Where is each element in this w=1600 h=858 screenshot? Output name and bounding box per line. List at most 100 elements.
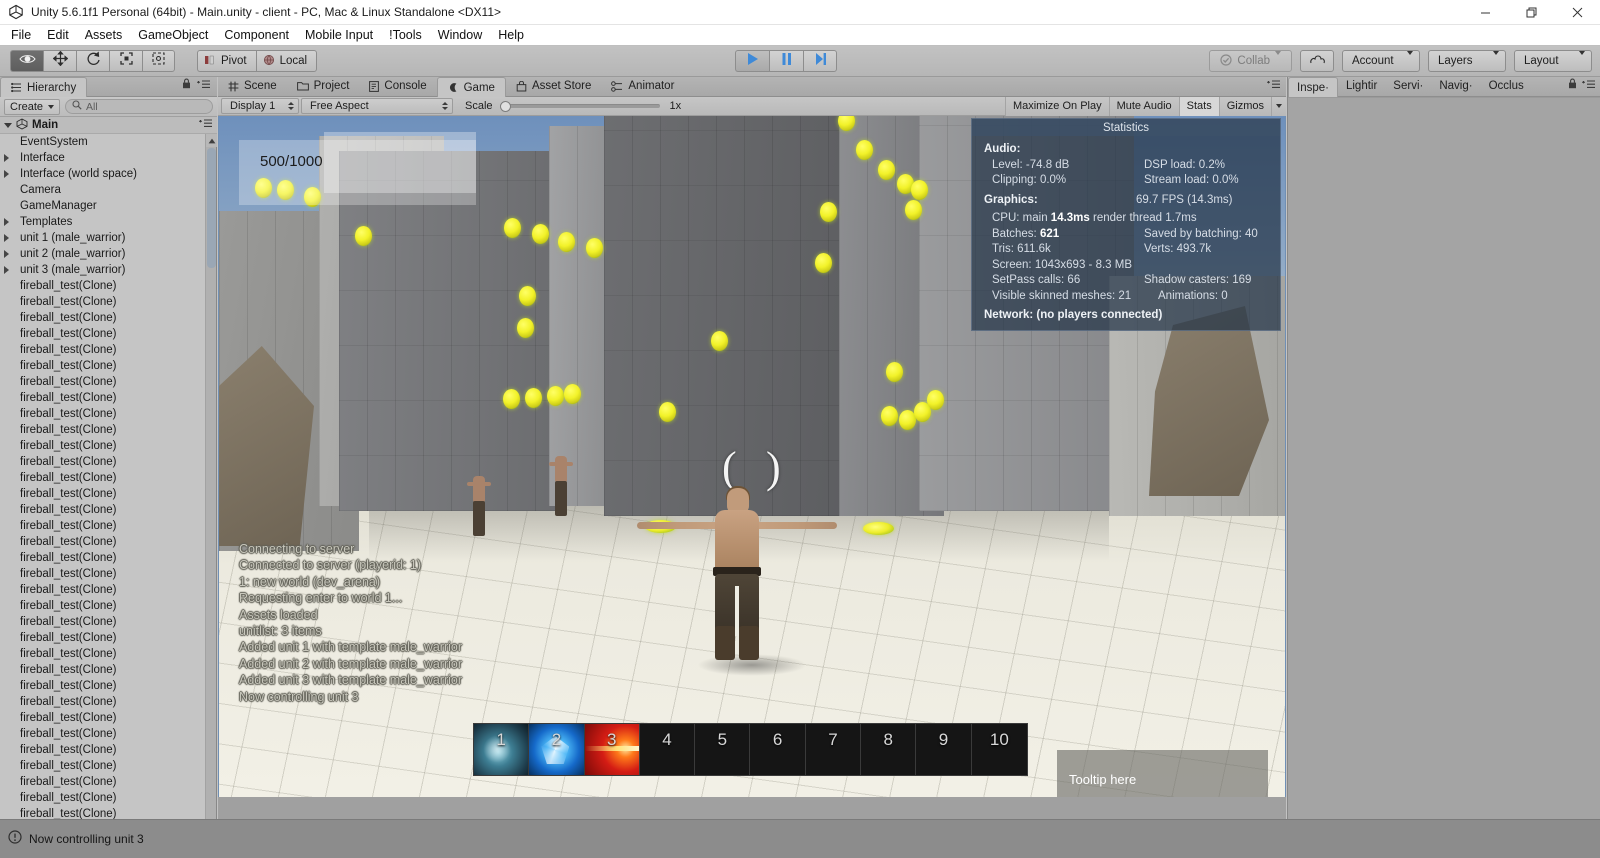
hierarchy-item[interactable]: fireball_test(Clone)	[0, 358, 206, 374]
hierarchy-item[interactable]: fireball_test(Clone)	[0, 790, 206, 806]
hierarchy-item[interactable]: fireball_test(Clone)	[0, 406, 206, 422]
hierarchy-item[interactable]: fireball_test(Clone)	[0, 774, 206, 790]
expand-arrow-icon[interactable]	[0, 154, 12, 162]
panel-menu-icon[interactable]	[1267, 76, 1281, 94]
hierarchy-item[interactable]: unit 1 (male_warrior)	[0, 230, 206, 246]
hotbar-slot[interactable]: 2	[529, 724, 585, 775]
expand-arrow-icon[interactable]	[0, 266, 12, 274]
hierarchy-item[interactable]: fireball_test(Clone)	[0, 390, 206, 406]
panel-menu-icon[interactable]	[1582, 76, 1596, 94]
lock-icon[interactable]	[1568, 76, 1577, 94]
collab-button[interactable]: Collab	[1209, 50, 1292, 72]
panel-menu-icon[interactable]	[199, 119, 213, 131]
hierarchy-item[interactable]: fireball_test(Clone)	[0, 422, 206, 438]
hotbar-slot[interactable]: 3	[584, 724, 640, 775]
hierarchy-item[interactable]: fireball_test(Clone)	[0, 342, 206, 358]
hierarchy-item[interactable]: fireball_test(Clone)	[0, 614, 206, 630]
minimize-icon[interactable]	[1462, 0, 1508, 25]
hierarchy-item[interactable]: fireball_test(Clone)	[0, 470, 206, 486]
maximize-on-play-button[interactable]: Maximize On Play	[1004, 96, 1109, 116]
pause-button[interactable]	[769, 50, 803, 72]
tab-navig[interactable]: Navig·	[1431, 76, 1480, 96]
tab-inspe[interactable]: Inspe·	[1288, 77, 1338, 97]
hotbar-slot[interactable]: 1	[474, 724, 530, 775]
hierarchy-item[interactable]: fireball_test(Clone)	[0, 294, 206, 310]
hierarchy-item[interactable]: fireball_test(Clone)	[0, 566, 206, 582]
aspect-dropdown[interactable]: Free Aspect	[301, 98, 453, 114]
pivot-button[interactable]: Pivot	[197, 50, 256, 72]
tab-hierarchy[interactable]: Hierarchy	[0, 77, 88, 97]
tab-occlus[interactable]: Occlus	[1481, 76, 1532, 96]
tab-lightir[interactable]: Lightir	[1338, 76, 1385, 96]
hierarchy-item[interactable]: fireball_test(Clone)	[0, 326, 206, 342]
tab-animator[interactable]: Animator	[601, 76, 684, 96]
hierarchy-item[interactable]: fireball_test(Clone)	[0, 582, 206, 598]
hierarchy-item[interactable]: fireball_test(Clone)	[0, 534, 206, 550]
hierarchy-list[interactable]: EventSystem Interface Interface (world spa…	[0, 134, 206, 858]
tab-game[interactable]: Game	[436, 77, 506, 97]
menu-window[interactable]: Window	[430, 25, 490, 46]
tab-scene[interactable]: Scene	[218, 76, 287, 96]
hotbar-slot[interactable]: 6	[750, 724, 806, 775]
account-dropdown[interactable]: Account	[1342, 50, 1420, 72]
hierarchy-item[interactable]: fireball_test(Clone)	[0, 550, 206, 566]
hierarchy-item[interactable]: Interface (world space)	[0, 166, 206, 182]
menu-component[interactable]: Component	[216, 25, 297, 46]
lock-icon[interactable]	[182, 76, 191, 94]
hierarchy-item[interactable]: GameManager	[0, 198, 206, 214]
hierarchy-item[interactable]: fireball_test(Clone)	[0, 374, 206, 390]
chevron-down-icon[interactable]	[4, 122, 12, 128]
hierarchy-item[interactable]: fireball_test(Clone)	[0, 742, 206, 758]
hierarchy-item[interactable]: unit 2 (male_warrior)	[0, 246, 206, 262]
hotbar-slot[interactable]: 10	[971, 724, 1027, 775]
hierarchy-item[interactable]: Interface	[0, 150, 206, 166]
hierarchy-item[interactable]: fireball_test(Clone)	[0, 710, 206, 726]
local-button[interactable]: Local	[255, 50, 318, 72]
rect-transform-tool-button[interactable]	[142, 50, 175, 72]
gizmos-button[interactable]: Gizmos	[1218, 96, 1271, 116]
hierarchy-item[interactable]: fireball_test(Clone)	[0, 758, 206, 774]
hierarchy-item[interactable]: fireball_test(Clone)	[0, 646, 206, 662]
mute-audio-button[interactable]: Mute Audio	[1108, 96, 1179, 116]
hierarchy-item[interactable]: fireball_test(Clone)	[0, 678, 206, 694]
move-tool-button[interactable]	[43, 50, 76, 72]
panel-menu-icon[interactable]	[197, 76, 211, 94]
hierarchy-root-row[interactable]: Main	[0, 117, 217, 134]
hierarchy-scrollbar[interactable]	[205, 134, 217, 858]
tab-servi[interactable]: Servi·	[1385, 76, 1431, 96]
step-button[interactable]	[803, 50, 837, 72]
gizmos-dropdown[interactable]	[1271, 96, 1286, 116]
rotate-tool-button[interactable]	[76, 50, 109, 72]
hotbar-slot[interactable]: 8	[861, 724, 917, 775]
hotbar-slot[interactable]: 9	[916, 724, 972, 775]
stats-button[interactable]: Stats	[1178, 96, 1219, 116]
menu-gameobject[interactable]: GameObject	[130, 25, 216, 46]
hierarchy-item[interactable]: Templates	[0, 214, 206, 230]
menu-edit[interactable]: Edit	[39, 25, 77, 46]
ability-hotbar[interactable]: 1 2 3 4 5 6 7 8 9 10	[473, 723, 1028, 776]
hierarchy-root-menu[interactable]	[199, 119, 217, 131]
hierarchy-item[interactable]: fireball_test(Clone)	[0, 486, 206, 502]
menu-file[interactable]: File	[3, 25, 39, 46]
menu-mobile-input[interactable]: Mobile Input	[297, 25, 381, 46]
status-bar[interactable]: Now controlling unit 3	[0, 819, 1600, 858]
tab-asset-store[interactable]: Asset Store	[506, 76, 601, 96]
hierarchy-item[interactable]: fireball_test(Clone)	[0, 454, 206, 470]
scrollbar-thumb[interactable]	[207, 148, 216, 268]
expand-arrow-icon[interactable]	[0, 250, 12, 258]
hierarchy-item[interactable]: EventSystem	[0, 134, 206, 150]
hierarchy-item[interactable]: unit 3 (male_warrior)	[0, 262, 206, 278]
center-tab-menu[interactable]	[1267, 76, 1286, 96]
hierarchy-item[interactable]: fireball_test(Clone)	[0, 518, 206, 534]
game-viewport[interactable]: ( ) 500/1000 Statistics Audio: Level: -7…	[218, 116, 1286, 797]
slider-knob[interactable]	[499, 100, 511, 112]
hierarchy-item[interactable]: Camera	[0, 182, 206, 198]
hierarchy-item[interactable]: fireball_test(Clone)	[0, 598, 206, 614]
cloud-services-button[interactable]	[1300, 50, 1334, 72]
hierarchy-item[interactable]: fireball_test(Clone)	[0, 502, 206, 518]
display-dropdown[interactable]: Display 1	[221, 98, 299, 114]
hierarchy-item[interactable]: fireball_test(Clone)	[0, 694, 206, 710]
hotbar-slot[interactable]: 7	[805, 724, 862, 775]
layout-dropdown[interactable]: Layout	[1514, 50, 1592, 72]
hierarchy-item[interactable]: fireball_test(Clone)	[0, 662, 206, 678]
